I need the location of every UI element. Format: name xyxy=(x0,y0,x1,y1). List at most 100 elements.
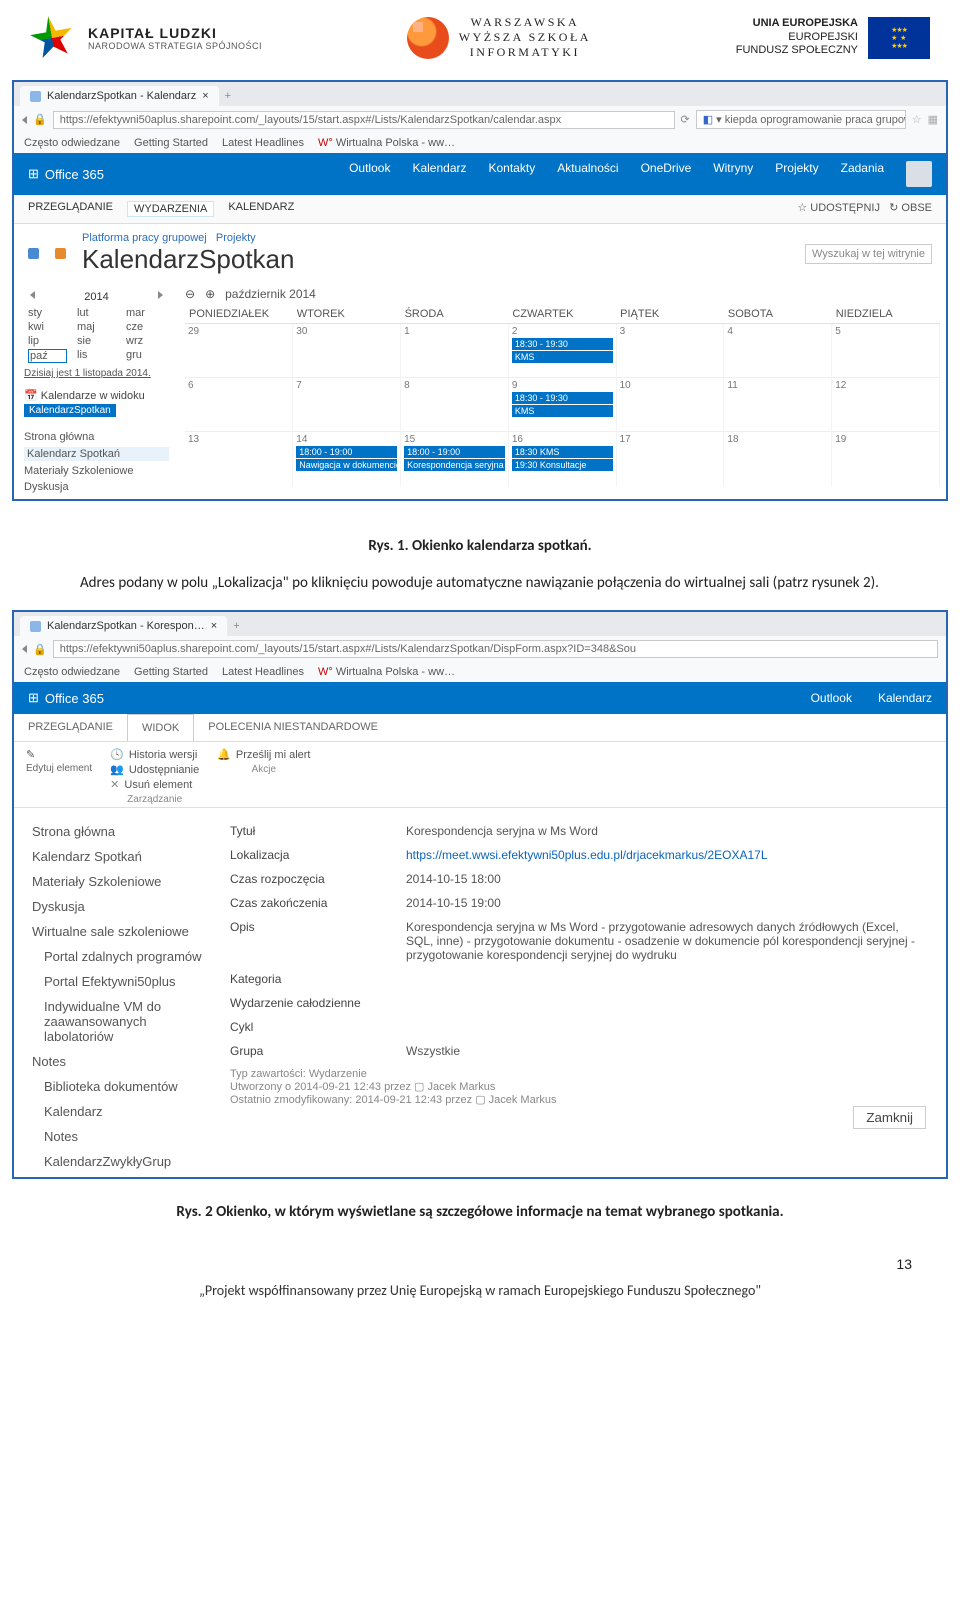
o365-brand[interactable]: ⊞Office 365 xyxy=(28,690,104,706)
nav-projekty[interactable]: Projekty xyxy=(775,161,818,187)
ribbon-tab[interactable]: KALENDARZ xyxy=(228,201,294,217)
event-item[interactable]: 18:30 KMS xyxy=(512,446,613,458)
prev-month-icon[interactable]: ⊖ xyxy=(185,287,195,301)
left-nav-subitem[interactable]: Biblioteka dokumentów xyxy=(32,1079,212,1094)
month-item[interactable]: cze xyxy=(126,321,165,333)
left-nav-subitem[interactable]: Portal Efektywni50plus xyxy=(32,974,212,989)
o365-brand[interactable]: ⊞Office 365 xyxy=(28,166,104,182)
prev-year-icon[interactable] xyxy=(30,291,35,299)
left-nav-item[interactable]: Materiały Szkoleniowe xyxy=(32,874,212,889)
day-cell[interactable]: 1618:30 KMS19:30 Konsultacje xyxy=(508,432,616,486)
month-item[interactable]: sty xyxy=(28,307,67,319)
nav-kalendarz[interactable]: Kalendarz xyxy=(412,161,466,187)
day-cell[interactable]: 3 xyxy=(616,324,724,378)
month-item[interactable]: sie xyxy=(77,335,116,347)
side-nav-item[interactable]: Materiały Szkoleniowe xyxy=(24,465,169,477)
bookmark-item[interactable]: Getting Started xyxy=(134,666,208,678)
tab-close-icon[interactable]: × xyxy=(202,90,208,102)
ribbon-history[interactable]: 🕓Historia wersji xyxy=(110,748,199,761)
day-cell[interactable]: 1 xyxy=(401,324,509,378)
month-item[interactable]: gru xyxy=(126,349,165,363)
ribbon-tab-active[interactable]: WYDARZENIA xyxy=(127,201,214,217)
month-item[interactable]: wrz xyxy=(126,335,165,347)
side-nav-item[interactable]: Strona główna xyxy=(24,431,169,443)
day-cell[interactable]: 8 xyxy=(401,378,509,432)
location-link[interactable]: https://meet.wwsi.efektywni50plus.edu.pl… xyxy=(406,848,926,862)
day-cell[interactable]: 5 xyxy=(832,324,940,378)
month-item[interactable]: lip xyxy=(28,335,67,347)
left-nav-subitem[interactable]: KalendarzZwykłyGrup xyxy=(32,1154,212,1169)
event-item[interactable]: KMS xyxy=(512,351,613,363)
new-tab-button[interactable]: + xyxy=(225,90,231,102)
new-tab-button[interactable]: + xyxy=(233,620,239,632)
event-item[interactable]: 18:30 - 19:30 xyxy=(512,392,613,404)
nav-kalendarz[interactable]: Kalendarz xyxy=(878,691,932,705)
day-cell[interactable]: 10 xyxy=(616,378,724,432)
nav-outlook[interactable]: Outlook xyxy=(811,691,852,705)
day-cell[interactable]: 13 xyxy=(185,432,293,486)
day-cell[interactable]: 19 xyxy=(832,432,940,486)
menu-icon[interactable]: ▦ xyxy=(928,113,938,126)
tab-close-icon[interactable]: × xyxy=(211,620,217,632)
reload-icon[interactable]: ⟳ xyxy=(681,113,690,126)
side-nav-item[interactable]: Dyskusja xyxy=(24,481,169,493)
browser-tab[interactable]: KalendarzSpotkan - Kalendarz × xyxy=(20,86,219,106)
left-nav-item[interactable]: Dyskusja xyxy=(32,899,212,914)
month-item[interactable]: lut xyxy=(77,307,116,319)
ribbon-tab[interactable]: POLECENIA NIESTANDARDOWE xyxy=(194,714,392,741)
left-nav-item[interactable]: Notes xyxy=(32,1054,212,1069)
month-item[interactable]: maj xyxy=(77,321,116,333)
event-item[interactable]: 18:00 - 19:00 xyxy=(296,446,397,458)
event-item[interactable]: Nawigacja w dokumencie xyxy=(296,459,397,471)
bookmark-item[interactable]: Często odwiedzane xyxy=(24,137,120,149)
event-item[interactable]: Korespondencja seryjna w xyxy=(404,459,505,471)
ribbon-tab[interactable]: PRZEGLĄDANIE xyxy=(28,201,113,217)
bookmark-item[interactable]: Getting Started xyxy=(134,137,208,149)
day-cell[interactable]: 7 xyxy=(293,378,401,432)
ribbon-tab[interactable]: PRZEGLĄDANIE xyxy=(14,714,127,741)
site-search-input[interactable]: Wyszukaj w tej witrynie xyxy=(805,244,932,264)
left-nav-item[interactable]: Kalendarz Spotkań xyxy=(32,849,212,864)
ribbon-edit[interactable]: ✎ xyxy=(26,748,92,761)
day-cell[interactable]: 12 xyxy=(832,378,940,432)
bookmark-item[interactable]: Często odwiedzane xyxy=(24,666,120,678)
event-item[interactable]: KMS xyxy=(512,405,613,417)
left-nav-subitem[interactable]: Notes xyxy=(32,1129,212,1144)
left-nav-subitem[interactable]: Portal zdalnych programów xyxy=(32,949,212,964)
bookmark-item[interactable]: W° Wirtualna Polska - ww… xyxy=(318,137,455,149)
bookmark-item[interactable]: W° Wirtualna Polska - ww… xyxy=(318,666,455,678)
avatar-icon[interactable] xyxy=(906,161,932,187)
nav-aktualnosci[interactable]: Aktualności xyxy=(557,161,618,187)
nav-onedrive[interactable]: OneDrive xyxy=(641,161,692,187)
left-nav-subitem[interactable]: Indywidualne VM do zaawansowanych labola… xyxy=(32,999,212,1044)
day-cell[interactable]: 4 xyxy=(724,324,832,378)
share-button[interactable]: ☆ UDOSTĘPNIJ ↻ OBSE xyxy=(797,201,932,217)
breadcrumb[interactable]: Projekty xyxy=(216,232,256,244)
star-icon[interactable]: ☆ xyxy=(912,113,922,126)
month-item-current[interactable]: paź xyxy=(28,349,67,363)
month-item[interactable]: mar xyxy=(126,307,165,319)
day-cell[interactable]: 30 xyxy=(293,324,401,378)
day-cell[interactable]: 17 xyxy=(616,432,724,486)
bookmark-item[interactable]: Latest Headlines xyxy=(222,666,304,678)
day-cell[interactable]: 1518:00 - 19:00Korespondencja seryjna w xyxy=(401,432,509,486)
browser-tab[interactable]: KalendarzSpotkan - Korespon… × xyxy=(20,616,227,636)
day-cell[interactable]: 918:30 - 19:30KMS xyxy=(508,378,616,432)
left-nav-item[interactable]: Wirtualne sale szkoleniowe xyxy=(32,924,212,939)
url-input[interactable]: https://efektywni50aplus.sharepoint.com/… xyxy=(53,111,675,129)
day-cell[interactable]: 11 xyxy=(724,378,832,432)
month-item[interactable]: kwi xyxy=(28,321,67,333)
bookmark-item[interactable]: Latest Headlines xyxy=(222,137,304,149)
day-cell[interactable]: 1418:00 - 19:00Nawigacja w dokumencie xyxy=(293,432,401,486)
event-item[interactable]: 18:30 - 19:30 xyxy=(512,338,613,350)
day-cell[interactable]: 218:30 - 19:30KMS xyxy=(508,324,616,378)
nav-kontakty[interactable]: Kontakty xyxy=(489,161,536,187)
calendar-chip[interactable]: KalendarzSpotkan xyxy=(24,404,116,417)
close-button[interactable]: Zamknij xyxy=(853,1106,926,1129)
next-month-icon[interactable]: ⊕ xyxy=(205,287,215,301)
side-nav-item-active[interactable]: Kalendarz Spotkań xyxy=(24,447,169,461)
day-cell[interactable]: 18 xyxy=(724,432,832,486)
nav-zadania[interactable]: Zadania xyxy=(841,161,884,187)
breadcrumb[interactable]: Platforma pracy grupowej xyxy=(82,232,207,244)
search-input[interactable]: ◧ ▾ kiepda oprogramowanie praca grupowa xyxy=(696,110,906,129)
